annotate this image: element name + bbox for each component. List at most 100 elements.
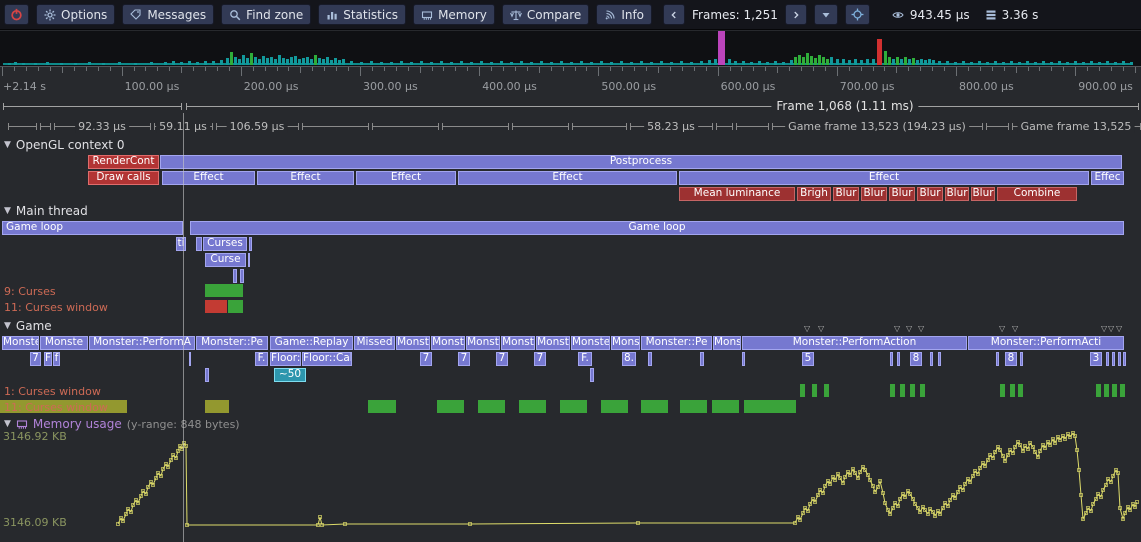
frame-histogram-bar[interactable] <box>1082 62 1085 65</box>
frame-histogram-bar[interactable] <box>1002 62 1005 65</box>
frame-histogram-bar[interactable] <box>274 59 277 65</box>
zone-bar[interactable]: Blur <box>917 187 943 201</box>
frame-histogram-bar[interactable] <box>1034 62 1037 65</box>
lock-bar[interactable] <box>228 300 243 313</box>
frame-histogram-bar[interactable] <box>262 56 265 65</box>
frame-histogram-bar[interactable] <box>822 57 825 65</box>
zone-bar[interactable] <box>1118 352 1121 366</box>
compare-button[interactable]: Compare <box>502 4 589 25</box>
message-marker-icon[interactable]: ▽ <box>906 325 912 333</box>
lock-bar[interactable] <box>744 400 796 413</box>
message-marker-icon[interactable]: ▽ <box>894 325 900 333</box>
frame-histogram-bar[interactable] <box>338 60 341 65</box>
frame-histogram-bar[interactable] <box>896 57 899 65</box>
frame-histogram-bar[interactable] <box>440 61 443 65</box>
frame-histogram-bar[interactable] <box>818 55 821 65</box>
frame-histogram-bar[interactable] <box>1098 62 1101 65</box>
frame-histogram-bar[interactable] <box>242 55 245 65</box>
frame-histogram-bar[interactable] <box>34 63 37 65</box>
zone-bar[interactable]: 8 <box>910 352 922 366</box>
frame-histogram-bar[interactable] <box>714 59 717 65</box>
zone-bar[interactable] <box>897 352 900 366</box>
zone-bar[interactable]: F <box>44 352 52 366</box>
frame-histogram-bar[interactable] <box>230 52 233 65</box>
frame-histogram-bar[interactable] <box>774 61 777 65</box>
frame-histogram-bar[interactable] <box>986 62 989 65</box>
frame-histogram-bar[interactable] <box>164 62 167 65</box>
zone-bar[interactable]: Effect <box>356 171 456 185</box>
frame-histogram-bar[interactable] <box>380 62 383 65</box>
zone-bar[interactable]: Floor: <box>270 352 301 366</box>
statistics-button[interactable]: Statistics <box>318 4 406 25</box>
lock-bar[interactable] <box>519 400 546 413</box>
frame-histogram-bar[interactable] <box>270 57 273 65</box>
frame-histogram-bar[interactable] <box>22 63 25 65</box>
frame-histogram-bar[interactable] <box>700 61 703 65</box>
frame-histogram-bar[interactable] <box>900 59 903 65</box>
frame-histogram-bar[interactable] <box>908 59 911 65</box>
frame-histogram-bar[interactable] <box>590 62 593 65</box>
frame-histogram-bar[interactable] <box>310 59 313 65</box>
message-marker-icon[interactable]: ▽ <box>1116 325 1122 333</box>
frame-histogram-bar[interactable] <box>916 60 919 65</box>
zone-bar[interactable]: Blur <box>889 187 915 201</box>
zone-bar[interactable] <box>189 352 191 366</box>
frame-histogram-bar[interactable] <box>570 62 573 65</box>
lock-label[interactable]: 9: Curses <box>4 285 56 298</box>
lock-bar[interactable] <box>1000 384 1005 397</box>
lock-label[interactable]: 11: Curses window <box>4 301 108 314</box>
zone-bar[interactable]: ti <box>176 237 186 251</box>
zone-bar[interactable]: Game::Replay <box>270 336 353 350</box>
frame-histogram-bar[interactable] <box>180 62 183 65</box>
zone-bar[interactable]: ~50 <box>274 368 306 382</box>
message-marker-icon[interactable]: ▽ <box>999 325 1005 333</box>
frame-histogram-bar[interactable] <box>994 61 997 65</box>
thread-header[interactable]: ▼Main thread <box>4 204 88 218</box>
frame-histogram-bar[interactable] <box>1074 61 1077 65</box>
frame-histogram-bar[interactable] <box>1106 61 1109 65</box>
zone-bar[interactable]: f <box>53 352 60 366</box>
frame-histogram-bar[interactable] <box>970 62 973 65</box>
lock-bar[interactable] <box>890 384 895 397</box>
frame-histogram-bar[interactable] <box>450 62 453 65</box>
lock-label[interactable]: 11: Curses window <box>4 401 108 414</box>
lock-bar[interactable] <box>560 400 587 413</box>
zone-bar[interactable] <box>249 237 252 251</box>
frame-histogram-bar[interactable] <box>290 57 293 65</box>
frame-histogram-bar[interactable] <box>640 61 643 65</box>
zone-bar[interactable]: Game loop <box>190 221 1124 235</box>
zone-bar[interactable]: 8 <box>1005 352 1017 366</box>
zone-bar[interactable]: Monste <box>40 336 88 350</box>
frame-histogram-bar[interactable] <box>884 51 887 65</box>
zone-bar[interactable] <box>1112 352 1115 366</box>
thread-header[interactable]: ▼Game <box>4 319 52 333</box>
zone-bar[interactable]: Monst <box>431 336 465 350</box>
options-button[interactable]: Options <box>36 4 115 25</box>
zone-bar[interactable]: Effec <box>1091 171 1124 185</box>
frame-histogram-bar[interactable] <box>680 61 683 65</box>
frame-histogram-bar[interactable] <box>254 57 257 65</box>
frame-histogram-bar[interactable] <box>766 62 769 65</box>
lock-bar[interactable] <box>712 400 739 413</box>
frame-histogram-bar[interactable] <box>470 62 473 65</box>
frame-histogram-bar[interactable] <box>212 61 215 65</box>
frame-histogram-bar[interactable] <box>1042 61 1045 65</box>
zone-bar[interactable]: Combine <box>997 187 1077 201</box>
zone-bar[interactable]: Draw calls <box>88 171 159 185</box>
frame-histogram-bar[interactable] <box>510 62 513 65</box>
frame-histogram-bar[interactable] <box>234 57 237 65</box>
frame-histogram-bar[interactable] <box>306 57 309 65</box>
frame-histogram-bar[interactable] <box>350 61 353 65</box>
frame-select-button[interactable] <box>814 4 838 25</box>
frame-histogram-bar[interactable] <box>322 59 325 65</box>
frame-histogram-bar[interactable] <box>610 62 613 65</box>
frame-histogram-bar[interactable] <box>88 62 91 65</box>
frame-histogram-bar[interactable] <box>480 61 483 65</box>
zone-bar[interactable]: Monst <box>501 336 535 350</box>
lock-bar[interactable] <box>800 384 805 397</box>
frame-histogram-bar[interactable] <box>1122 61 1125 65</box>
frame-histogram-bar[interactable] <box>728 59 731 65</box>
zone-bar[interactable]: Monster::PerformA <box>89 336 195 350</box>
frame-histogram-bar[interactable] <box>314 55 317 65</box>
frame-histogram-bar[interactable] <box>400 61 403 65</box>
